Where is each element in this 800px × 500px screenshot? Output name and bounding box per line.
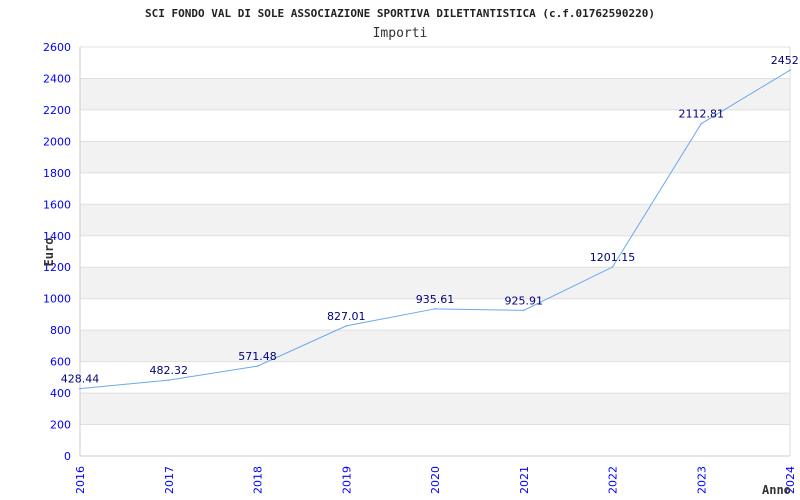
data-label: 428.44: [61, 373, 100, 386]
x-tick-label: 2023: [695, 466, 708, 494]
data-point: [700, 122, 703, 125]
y-axis-label: Euro: [42, 238, 56, 267]
x-tick-label: 2018: [252, 466, 265, 494]
y-tick-label: 800: [50, 324, 71, 337]
line-chart: 0200400600800100012001400160018002000220…: [42, 7, 800, 497]
y-tick-label: 1800: [43, 167, 71, 180]
x-tick-label: 2017: [163, 466, 176, 494]
grid-band: [80, 330, 790, 362]
data-point: [167, 379, 170, 381]
y-tick-label: 2200: [43, 104, 71, 117]
data-label: 935.61: [416, 293, 455, 306]
x-tick-label: 2021: [518, 466, 531, 494]
data-point: [256, 365, 259, 367]
chart-title: SCI FONDO VAL DI SOLE ASSOCIAZIONE SPORT…: [145, 7, 655, 20]
y-tick-label: 400: [50, 387, 71, 400]
x-tick-label: 2019: [340, 466, 353, 494]
y-tick-label: 600: [50, 356, 71, 369]
data-label: 2452.5: [771, 54, 800, 67]
data-point: [345, 325, 348, 327]
chart-container: 0 200 400 600 800 1000 1200 1400 1600 1800 2000 220…: [0, 0, 800, 500]
y-tick-label: 1000: [43, 293, 71, 306]
x-tick-label: 2022: [607, 466, 620, 494]
data-label: 925.91: [505, 294, 544, 307]
data-label: 482.32: [150, 364, 189, 377]
y-tick-label: 1600: [43, 198, 71, 211]
data-label: 827.01: [327, 310, 366, 323]
y-tick-label: 200: [50, 419, 71, 432]
grid-band: [80, 141, 790, 173]
data-point: [789, 69, 791, 72]
y-tick-label: 2000: [43, 135, 71, 148]
y-tick-label: 0: [64, 450, 71, 463]
data-label: 571.48: [238, 350, 277, 363]
grid-band: [80, 204, 790, 236]
grid-band: [80, 78, 790, 110]
data-point: [611, 266, 614, 268]
data-label: 2112.81: [679, 108, 725, 121]
y-tick-label: 2600: [43, 41, 71, 54]
data-point: [434, 308, 436, 310]
x-tick-label: 2020: [429, 466, 442, 494]
chart-subtitle: Importi: [373, 26, 428, 41]
y-tick-label: 2400: [43, 72, 71, 85]
x-axis-label: Anno: [762, 483, 791, 497]
data-label: 1201.15: [590, 251, 636, 264]
data-point: [522, 309, 525, 312]
x-tick-label: 2016: [74, 466, 87, 494]
grid-band: [80, 393, 790, 425]
data-point: [79, 387, 81, 390]
